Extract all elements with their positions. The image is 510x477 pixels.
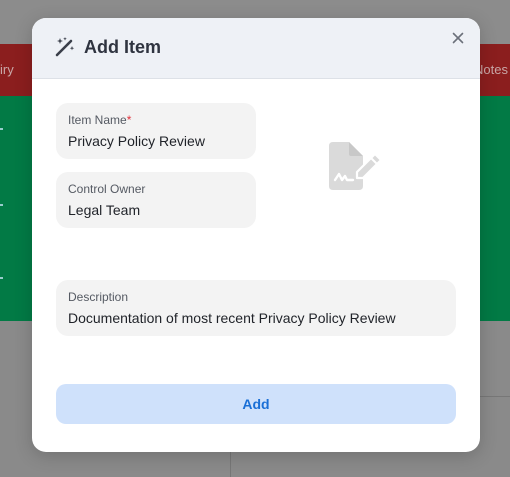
add-item-modal: Add Item Item Name* Control Owner Descri… <box>32 18 480 452</box>
control-owner-label: Control Owner <box>68 182 146 196</box>
required-marker: * <box>126 113 132 127</box>
control-owner-field[interactable]: Control Owner <box>56 172 256 228</box>
description-input[interactable] <box>68 310 448 326</box>
modal-header: Add Item <box>32 18 480 79</box>
background-row-marker <box>0 128 3 130</box>
close-icon[interactable] <box>448 28 468 48</box>
document-signature-icon <box>327 140 383 192</box>
item-name-field[interactable]: Item Name* <box>56 103 256 159</box>
background-row-marker <box>0 277 3 279</box>
description-field[interactable]: Description <box>56 280 456 336</box>
modal-title: Add Item <box>84 37 162 57</box>
background-header-left-text: iry <box>0 62 14 77</box>
item-name-input[interactable] <box>68 133 248 149</box>
description-label: Description <box>68 290 129 304</box>
magic-wand-icon <box>54 36 76 58</box>
background-row-marker <box>0 204 3 206</box>
item-name-label: Item Name* <box>68 113 132 127</box>
add-button[interactable]: Add <box>56 384 456 424</box>
control-owner-input[interactable] <box>68 202 248 218</box>
